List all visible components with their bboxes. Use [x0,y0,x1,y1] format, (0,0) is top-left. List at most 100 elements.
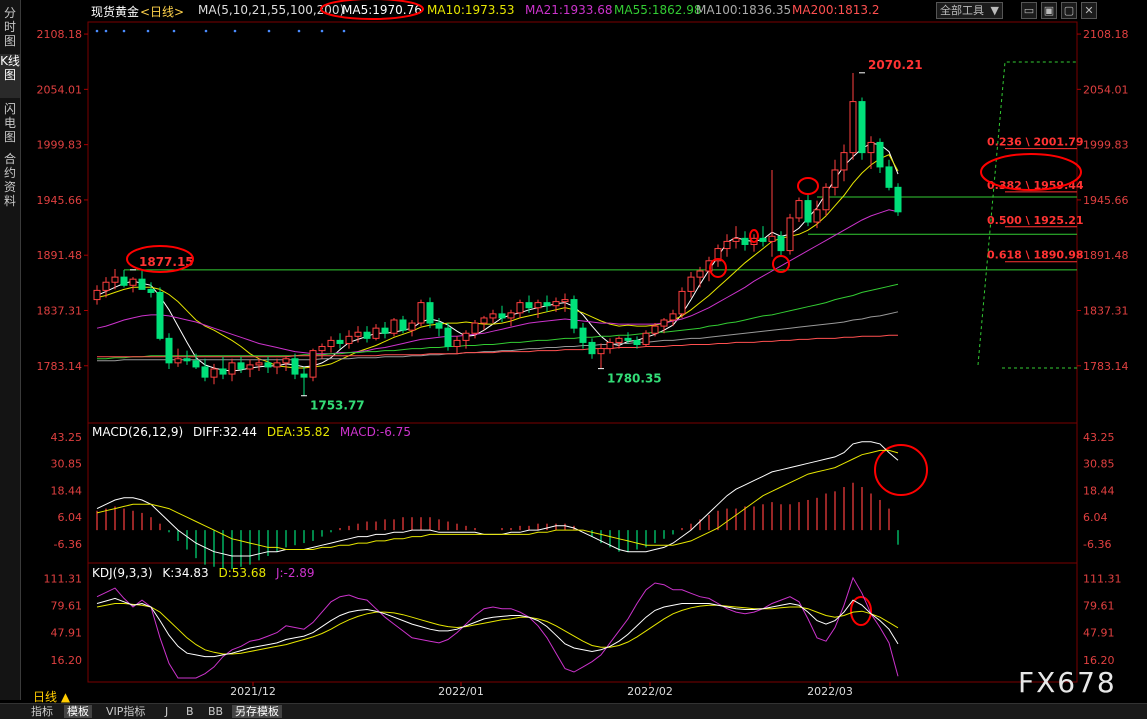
price-tick-label-right: 1837.31 [1083,304,1129,317]
candle-body [444,327,452,348]
candle-body [813,209,821,223]
candle-body [840,152,848,171]
kdj-tick-label-left: 111.31 [44,572,83,585]
tab-template[interactable]: 模板 [64,705,92,718]
price-tick-label-right: 1945.66 [1083,194,1129,207]
candle-body [264,362,272,368]
candle-body [777,235,785,252]
candle-body [183,358,191,362]
candle-body [471,322,479,334]
tab-kline[interactable]: K线图 [0,54,20,98]
price-tick-label-left: 1945.66 [37,194,83,207]
candle-body [732,237,740,242]
candle-body [210,368,218,378]
candle-body [228,362,236,375]
candle-body [102,281,110,291]
candle-body [759,237,767,242]
macd-tick-label-right: 6.04 [1083,511,1108,524]
candle-body [327,339,335,348]
price-tick-label-left: 1783.14 [37,360,83,373]
candle-body [795,200,803,219]
candle-body [822,186,830,211]
gold-daily-chart[interactable]: 2108.18 2108.18 2054.01 2054.01 1999.83 1999.… [20,0,1147,700]
price-tick-label-right: 1891.48 [1083,249,1129,262]
candle-body [885,166,893,188]
candle-body [372,327,380,339]
candle-body [480,317,488,324]
candle-body [867,141,875,154]
macd-dea: DEA:35.82 [266,425,331,439]
price-tick-label-left: 1999.83 [37,139,83,152]
annotation-circle [797,177,819,195]
candle-body [435,322,443,329]
tab-vip-indicators[interactable]: VIP指标 [103,705,148,718]
candle-body [606,341,614,350]
tab-j[interactable]: J [162,705,171,718]
kdj-k: K:34.83 [162,566,209,580]
event-dot [204,29,208,33]
annotation-circle [320,0,424,20]
candle-body [453,339,461,348]
candle-body [192,360,200,368]
price-tick-label-left: 1837.31 [37,304,83,317]
macd-tick-label-left: 43.25 [51,431,83,444]
candle-body [246,364,254,370]
kdj-tick-label-right: 16.20 [1083,654,1115,667]
candle-body [273,362,281,368]
price-extreme-label: 2070.21 [868,58,923,72]
candle-body [138,278,146,290]
candle-body [426,302,434,324]
candle-body [399,319,407,331]
candle-body [660,319,668,327]
candle-body [876,141,884,168]
macd-tick-label-right: 43.25 [1083,431,1115,444]
candle-body [588,341,596,355]
macd-tick-label-left: 6.04 [58,511,83,524]
macd-tick-label-left: 30.85 [51,458,83,471]
candle-body [129,278,137,286]
price-extreme-label: 1780.35 [607,372,662,386]
macd-diff-line [96,441,899,557]
candle-body [687,276,695,292]
x-axis-label: 2022/03 [807,685,853,698]
tab-intraday[interactable]: 分时图 [0,6,20,50]
candle-body [408,322,416,331]
macd-dea-line [96,449,899,550]
ma-line-ma100 [97,311,899,362]
price-tick-label-right: 2054.01 [1083,83,1129,96]
tab-flash-chart[interactable]: 闪电图 [0,102,20,146]
fx678-watermark: FX678 [1018,666,1117,699]
kdj-tick-label-left: 47.91 [51,627,83,640]
candle-body [381,327,389,334]
x-axis-label: 2022/01 [438,685,484,698]
candle-body [174,358,182,364]
event-dot [172,29,176,33]
candle-body [363,331,371,339]
price-tick-label-right: 2108.18 [1083,28,1129,41]
annotation-circle [874,444,928,496]
tab-save-template[interactable]: 另存模板 [232,705,282,718]
tab-contract-info[interactable]: 合约资料 [0,152,20,214]
macd-tick-label-left: -6.36 [54,538,82,551]
tab-indicators[interactable]: 指标 [28,705,56,718]
price-extreme-label: 1753.77 [310,399,365,413]
ma-line-ma200 [97,334,898,358]
candle-body [156,291,164,339]
tab-b[interactable]: B [183,705,197,718]
candle-body [255,362,263,366]
candle-body [417,302,425,324]
candle-body [318,346,326,352]
candle-body [849,101,857,154]
candle-body [543,302,551,307]
kdj-j-line [96,576,899,679]
candle-body [579,327,587,343]
candle-body [219,368,227,375]
kdj-tick-label-right: 79.61 [1083,600,1115,613]
macd-tick-label-right: 18.44 [1083,484,1115,497]
candle-body [336,339,344,344]
macd-value: MACD:-6.75 [339,425,411,439]
tab-bb[interactable]: BB [205,705,226,718]
candle-body [597,348,605,355]
price-tick-label-left: 1891.48 [37,249,83,262]
kdj-k-line [96,597,899,658]
